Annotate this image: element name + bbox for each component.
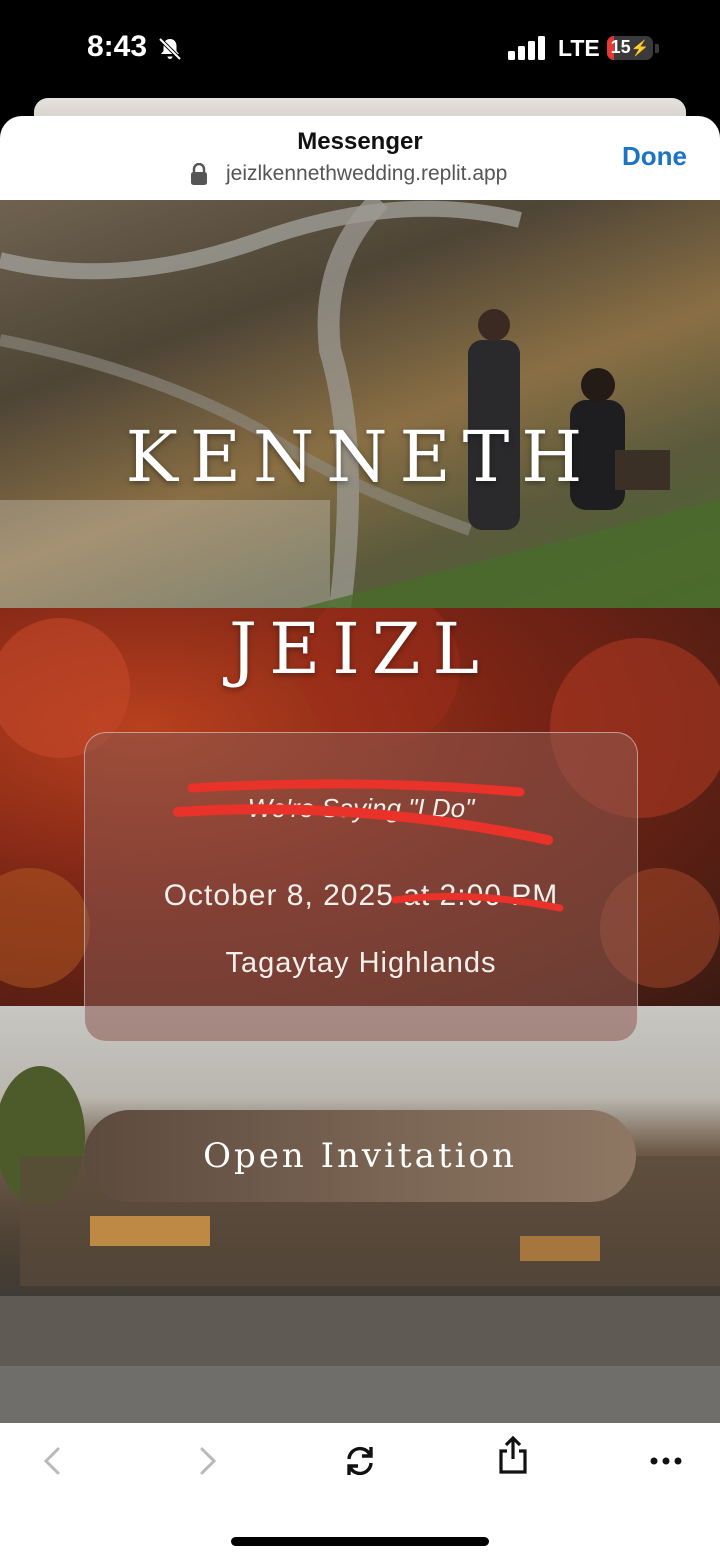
- back-icon: [43, 1447, 60, 1475]
- back-button[interactable]: [22, 1443, 82, 1479]
- share-icon: [499, 1435, 527, 1474]
- lock-icon: [191, 163, 207, 185]
- browser-title: Messenger: [297, 128, 423, 155]
- web-content: KENNETH JEIZL We're Saying "I Do" Octobe…: [0, 200, 720, 1423]
- battery-icon: 15⚡: [607, 36, 659, 62]
- home-indicator: [231, 1537, 489, 1546]
- invitation-card: We're Saying "I Do" October 8, 2025 at 2…: [84, 732, 638, 1042]
- status-bar: 8:43 LTE 15⚡: [0, 0, 720, 100]
- open-invitation-button[interactable]: Open Invitation: [84, 1110, 636, 1202]
- event-date: October 8, 2025 at 2:00 PM: [163, 879, 559, 912]
- done-button[interactable]: Done: [622, 141, 687, 172]
- url-text: jeizlkennethwedding.replit.app: [226, 162, 508, 185]
- network-type: LTE: [558, 35, 600, 61]
- more-icon: [650, 1457, 682, 1465]
- hero-photo-autumn-trees: [0, 200, 720, 608]
- riverside-town-photo: [0, 1006, 720, 1423]
- url-bar[interactable]: jeizlkennethwedding.replit.app: [190, 160, 507, 188]
- groom-name: KENNETH: [125, 416, 595, 498]
- status-time: 8:43: [87, 30, 148, 63]
- photo-detail: [0, 200, 720, 608]
- reload-icon: [347, 1446, 373, 1476]
- event-venue: Tagaytay Highlands: [225, 947, 497, 979]
- bell-muted-icon: [158, 37, 182, 61]
- battery-level: 15: [610, 37, 631, 57]
- signal-icon: [508, 36, 545, 60]
- reload-button[interactable]: [330, 1443, 390, 1479]
- bride-name: JEIZL: [229, 608, 491, 690]
- share-button[interactable]: [483, 1435, 543, 1474]
- tagline: We're Saying "I Do": [247, 793, 475, 823]
- photo-detail: [0, 1066, 720, 1423]
- forward-button[interactable]: [178, 1443, 238, 1479]
- forward-icon: [200, 1447, 217, 1475]
- more-button[interactable]: [636, 1443, 696, 1479]
